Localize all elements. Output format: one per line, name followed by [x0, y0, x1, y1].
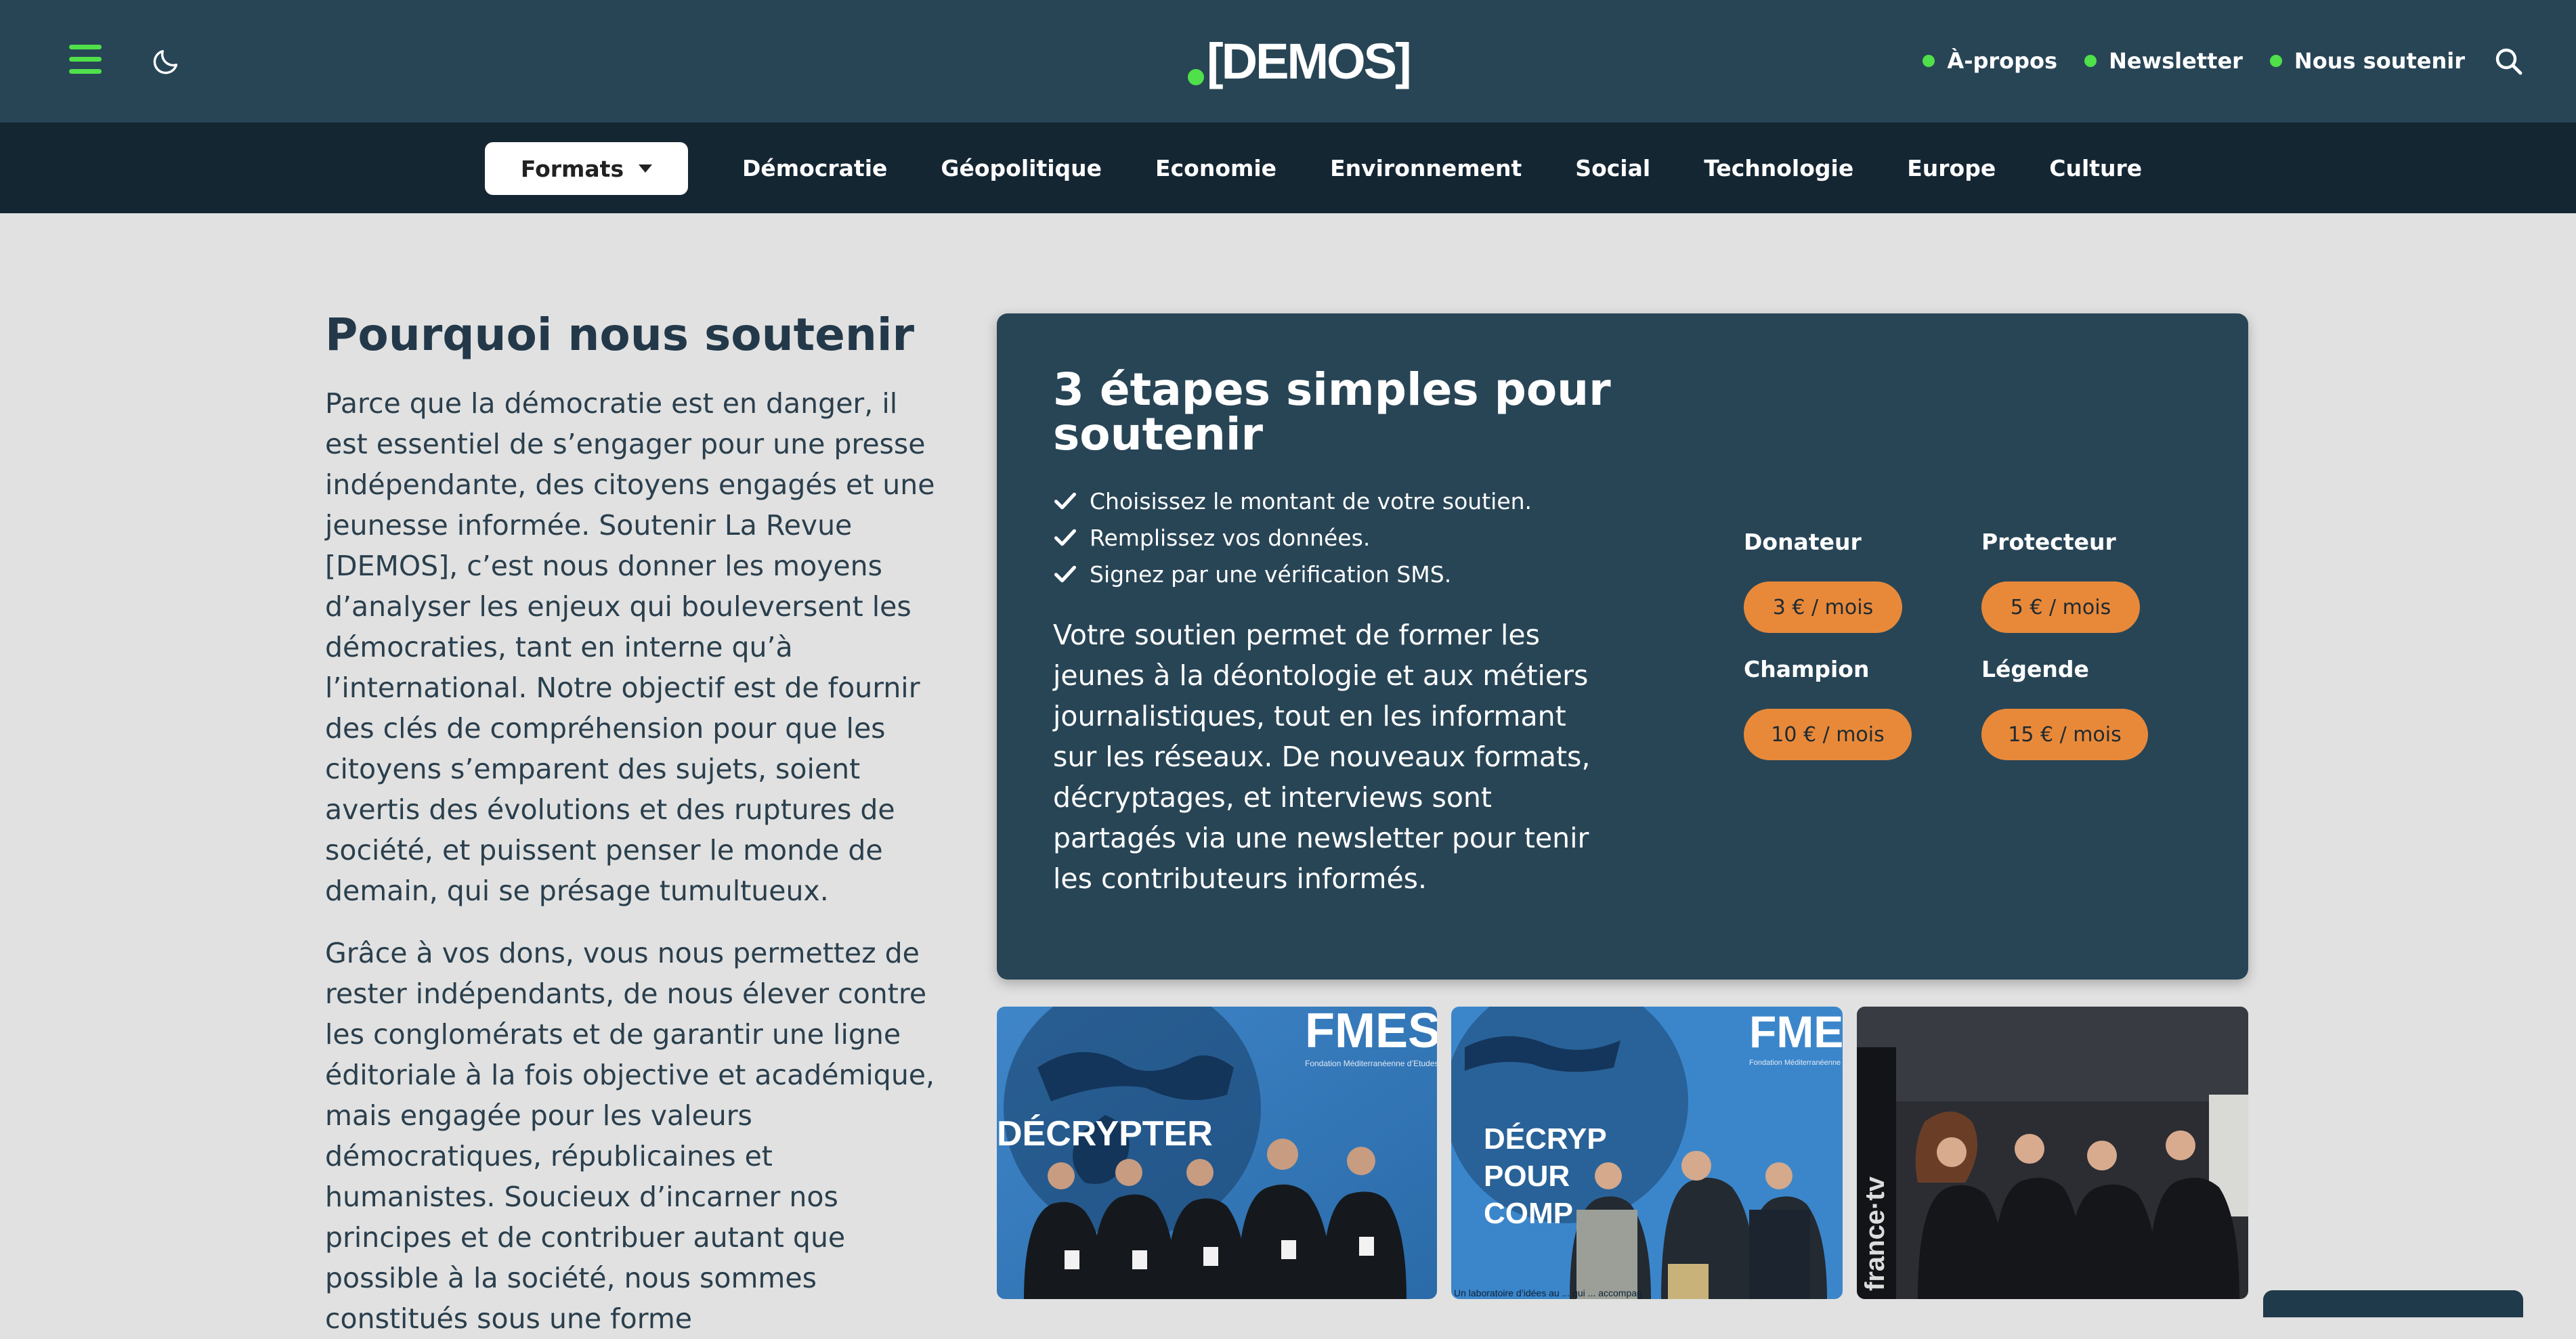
chevron-down-icon: [639, 164, 653, 173]
step-text: Choisissez le montant de votre soutien.: [1090, 487, 1532, 514]
category-democratie[interactable]: Démocratie: [742, 155, 887, 181]
tier-name-legende: Légende: [1981, 656, 2089, 682]
tier-name-protecteur: Protecteur: [1981, 529, 2116, 555]
nav-link-nous-soutenir[interactable]: Nous soutenir: [2269, 48, 2465, 74]
support-description: Votre soutien permet de former les jeune…: [1053, 619, 1591, 895]
top-nav: À-propos Newsletter Nous soutenir: [1923, 42, 2525, 80]
check-icon: [1054, 492, 1077, 510]
photo-2-caption: Un laboratoire d’idées au ... qui ... ac…: [1454, 1288, 1642, 1298]
formats-label: Formats: [520, 155, 624, 182]
event-photo-3-image: france·tv: [1857, 1007, 2248, 1299]
logo-text: [DEMOS]: [1207, 33, 1412, 89]
menu-icon[interactable]: [69, 45, 102, 74]
support-card-title: 3 étapes simples pour soutenir: [1053, 364, 1611, 460]
page-title: Pourquoi nous soutenir: [325, 309, 915, 361]
nav-link-a-propos[interactable]: À-propos: [1923, 48, 2057, 74]
steps-list: Choisissez le montant de votre soutien. …: [1053, 483, 1532, 592]
step-item: Choisissez le montant de votre soutien.: [1053, 483, 1532, 519]
category-europe[interactable]: Europe: [1907, 155, 1996, 181]
tier-name-champion: Champion: [1744, 656, 1870, 682]
bullet-dot-icon: [2084, 55, 2097, 67]
check-icon: [1054, 565, 1077, 583]
nav-link-label: Nous soutenir: [2294, 48, 2465, 74]
site-logo[interactable]: [DEMOS]: [1188, 30, 1412, 91]
event-photo-2-image: FMES Fondation Méditerranéenne d’Etudes …: [1451, 1007, 1843, 1299]
category-geopolitique[interactable]: Géopolitique: [941, 155, 1102, 181]
nav-link-newsletter[interactable]: Newsletter: [2084, 48, 2243, 74]
nav-link-label: Newsletter: [2109, 48, 2243, 74]
moon-icon[interactable]: [150, 46, 181, 77]
nav-link-label: À-propos: [1947, 48, 2058, 74]
event-photo-1-image: FMES Fondation Méditerranéenne d’Etudes …: [997, 1007, 1437, 1299]
event-photo-2: FMES Fondation Méditerranéenne d’Etudes …: [1451, 1007, 1843, 1299]
photo-2-big-text-3: COMP: [1484, 1197, 1573, 1230]
category-technologie[interactable]: Technologie: [1704, 155, 1853, 181]
tier-button-protecteur[interactable]: 5 € / mois: [1981, 581, 2140, 633]
floating-action-tab[interactable]: [2263, 1290, 2523, 1317]
check-icon: [1054, 529, 1077, 546]
donation-paragraph: Grâce à vos dons, vous nous permettez de…: [325, 937, 935, 1335]
step-item: Signez par une vérification SMS.: [1053, 556, 1532, 592]
photo-1-banner-text: FMES: [1305, 1007, 1437, 1058]
tier-button-champion[interactable]: 10 € / mois: [1744, 709, 1912, 760]
category-links: Démocratie Géopolitique Economie Environ…: [742, 123, 2195, 213]
tier-button-legende[interactable]: 15 € / mois: [1981, 709, 2148, 760]
intro-paragraph: Parce que la démocratie est en danger, i…: [325, 387, 935, 907]
tier-button-donateur[interactable]: 3 € / mois: [1744, 581, 1902, 633]
category-social[interactable]: Social: [1575, 155, 1650, 181]
tier-name-donateur: Donateur: [1744, 529, 1862, 555]
logo-dot: [1188, 69, 1204, 85]
site-header: [DEMOS] À-propos Newsletter Nous souteni…: [0, 0, 2576, 123]
photo-2-big-text-2: POUR: [1484, 1160, 1570, 1193]
photo-2-banner-subtext: Fondation Méditerranéenne d’Etudes Strat…: [1749, 1059, 1843, 1067]
photo-2-banner-text: FMES: [1749, 1007, 1843, 1057]
step-item: Remplissez vos données.: [1053, 519, 1532, 556]
formats-dropdown[interactable]: Formats: [485, 142, 688, 195]
photo-1-banner-subtext: Fondation Méditerranéenne d’Etudes Strat…: [1305, 1059, 1437, 1068]
photo-2-big-text-1: DÉCRYP: [1484, 1122, 1607, 1156]
category-environnement[interactable]: Environnement: [1330, 155, 1522, 181]
photo-1-big-text: DÉCRYPTER: [997, 1114, 1213, 1154]
search-icon[interactable]: [2492, 45, 2525, 77]
event-photo-3: france·tv: [1857, 1007, 2248, 1299]
category-culture[interactable]: Culture: [2049, 155, 2142, 181]
bullet-dot-icon: [1923, 55, 1935, 67]
category-economie[interactable]: Economie: [1155, 155, 1276, 181]
event-photo-1: FMES Fondation Méditerranéenne d’Etudes …: [997, 1007, 1437, 1299]
bullet-dot-icon: [2269, 55, 2282, 67]
support-card: 3 étapes simples pour soutenir Choisisse…: [997, 313, 2248, 980]
step-text: Remplissez vos données.: [1090, 524, 1371, 551]
photo-3-vertical-text: france·tv: [1860, 1176, 1890, 1291]
step-text: Signez par une vérification SMS.: [1090, 561, 1452, 588]
category-bar: Formats Démocratie Géopolitique Economie…: [0, 123, 2576, 213]
